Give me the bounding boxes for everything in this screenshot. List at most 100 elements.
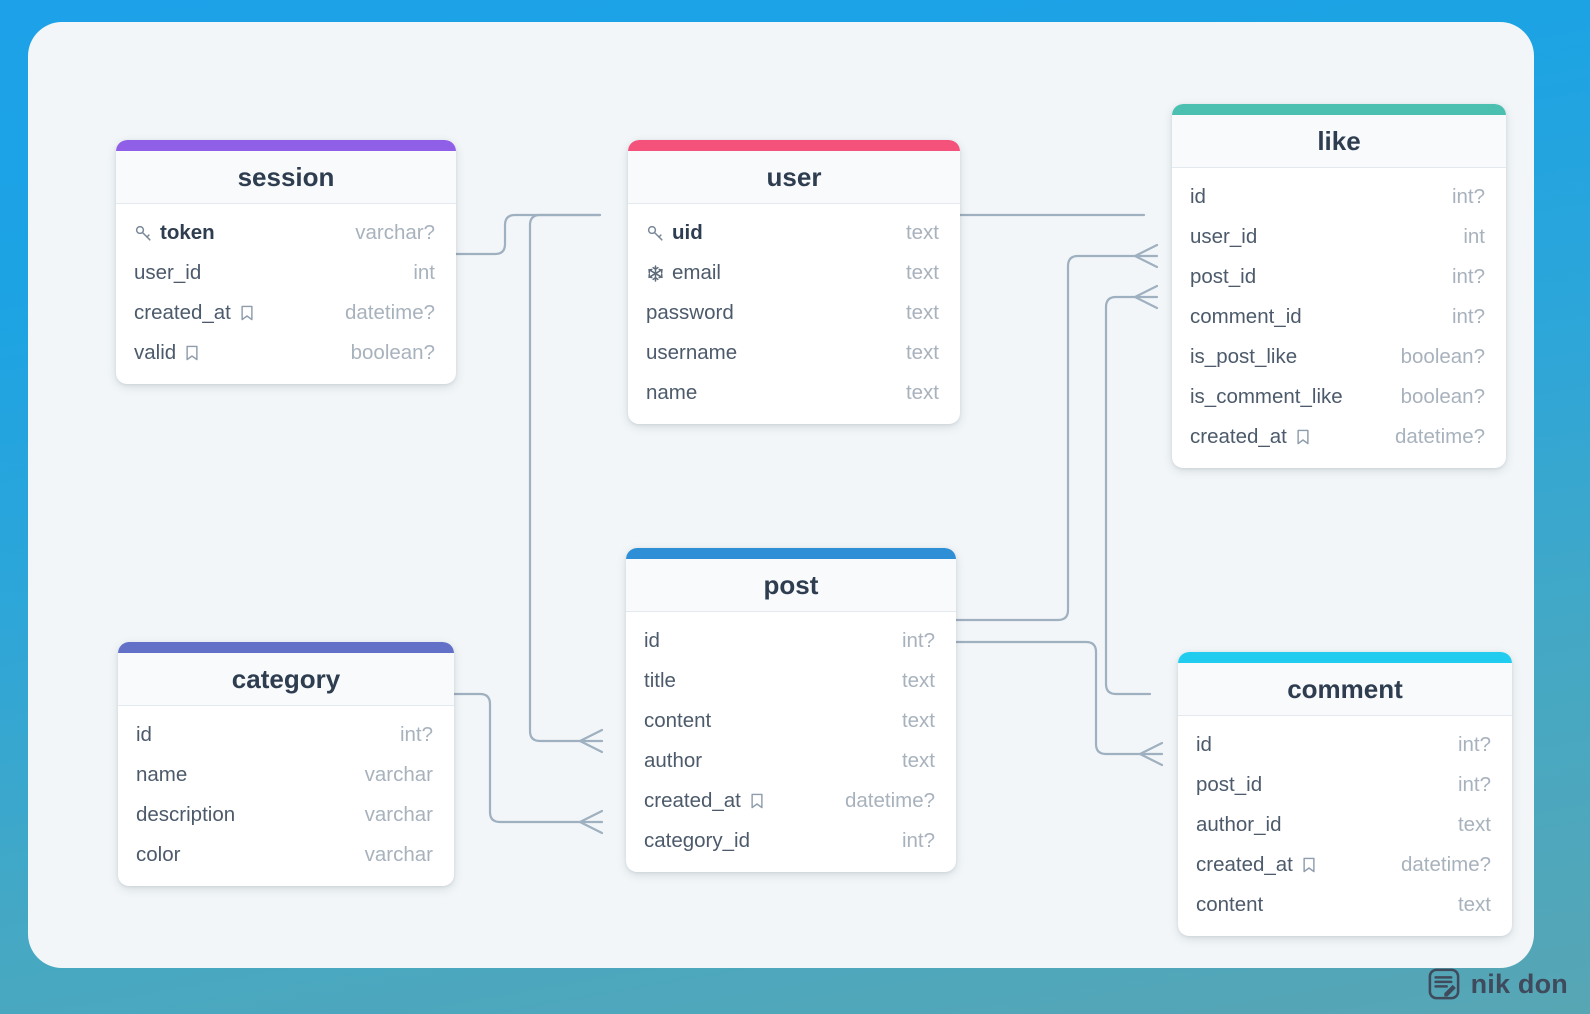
column-name-group: id	[1190, 185, 1206, 209]
column-row[interactable]: created_at datetime?	[1178, 845, 1512, 885]
diagram-canvas[interactable]: session token varchar? user_id int created_at…	[28, 22, 1534, 968]
column-type: text	[901, 749, 935, 772]
table-accent-bar	[1172, 104, 1506, 115]
table-card-category[interactable]: category id int? name varchar description varc…	[118, 642, 454, 886]
table-accent-bar	[628, 140, 960, 151]
column-name-group: category_id	[644, 829, 750, 853]
column-list: token varchar? user_id int created_at datetim…	[116, 204, 456, 384]
column-row[interactable]: token varchar?	[116, 213, 456, 253]
table-accent-bar	[118, 642, 454, 653]
column-label: author	[644, 749, 703, 772]
column-row[interactable]: category_id int?	[626, 821, 956, 861]
column-row[interactable]: title text	[626, 661, 956, 701]
snowflake-icon	[646, 264, 665, 283]
column-label: id	[644, 629, 660, 652]
column-row[interactable]: id int?	[1178, 725, 1512, 765]
column-row[interactable]: user_id int	[1172, 217, 1506, 257]
column-type: int	[1463, 225, 1485, 248]
column-type: text	[905, 261, 939, 284]
column-row[interactable]: created_at datetime?	[626, 781, 956, 821]
column-row[interactable]: valid boolean?	[116, 333, 456, 373]
table-card-comment[interactable]: comment id int? post_id int? author_id text cre…	[1178, 652, 1512, 936]
column-row[interactable]: id int?	[1172, 177, 1506, 217]
table-card-post[interactable]: post id int? title text content text author text…	[626, 548, 956, 872]
column-type: text	[1457, 893, 1491, 916]
column-list: id int? user_id int post_id int? comment_id int…	[1172, 168, 1506, 468]
diagram-stage: session token varchar? user_id int created_at…	[0, 0, 1590, 1014]
column-row[interactable]: email text	[628, 253, 960, 293]
column-row[interactable]: uid text	[628, 213, 960, 253]
table-name: post	[626, 559, 956, 612]
column-type: datetime?	[844, 789, 935, 812]
table-name: user	[628, 151, 960, 204]
bookmark-icon	[748, 792, 766, 810]
column-row[interactable]: color varchar	[118, 835, 454, 875]
column-type: datetime?	[344, 301, 435, 324]
column-row[interactable]: created_at datetime?	[116, 293, 456, 333]
column-row[interactable]: author text	[626, 741, 956, 781]
column-label: category_id	[644, 829, 750, 852]
column-row[interactable]: content text	[626, 701, 956, 741]
column-row[interactable]: content text	[1178, 885, 1512, 925]
column-type: int?	[901, 829, 935, 852]
table-card-user[interactable]: user uid text email text password text username…	[628, 140, 960, 424]
column-type: text	[901, 709, 935, 732]
column-label: user_id	[134, 261, 202, 284]
column-row[interactable]: is_post_like boolean?	[1172, 337, 1506, 377]
column-row[interactable]: name text	[628, 373, 960, 413]
column-type: boolean?	[350, 341, 435, 364]
table-accent-bar	[626, 548, 956, 559]
column-row[interactable]: user_id int	[116, 253, 456, 293]
column-type: varchar?	[355, 221, 435, 244]
column-label: created_at	[644, 789, 741, 812]
bookmark-icon	[1300, 856, 1318, 874]
key-icon	[646, 224, 665, 243]
column-list: id int? name varchar description varchar color…	[118, 706, 454, 886]
table-name: category	[118, 653, 454, 706]
column-row[interactable]: name varchar	[118, 755, 454, 795]
column-name-group: color	[136, 843, 180, 867]
column-row[interactable]: username text	[628, 333, 960, 373]
column-type: varchar	[364, 843, 433, 866]
column-name-group: id	[1196, 733, 1212, 757]
column-row[interactable]: comment_id int?	[1172, 297, 1506, 337]
column-type: datetime?	[1394, 425, 1485, 448]
column-row[interactable]: description varchar	[118, 795, 454, 835]
column-name-group: post_id	[1196, 773, 1262, 797]
column-label: name	[136, 763, 188, 786]
table-card-like[interactable]: like id int? user_id int post_id int? comment_i…	[1172, 104, 1506, 468]
column-row[interactable]: created_at datetime?	[1172, 417, 1506, 457]
column-type: int?	[901, 629, 935, 652]
column-label: post_id	[1196, 773, 1263, 796]
column-label: created_at	[134, 301, 231, 324]
watermark-text: nik don	[1470, 968, 1568, 999]
column-label: token	[160, 221, 215, 244]
bookmark-icon	[183, 344, 201, 362]
column-row[interactable]: author_id text	[1178, 805, 1512, 845]
column-name-group: author_id	[1196, 813, 1281, 837]
bookmark-icon	[238, 304, 256, 322]
column-row[interactable]: post_id int?	[1172, 257, 1506, 297]
column-name-group: id	[644, 629, 660, 653]
column-label: comment_id	[1190, 305, 1302, 328]
column-row[interactable]: is_comment_like boolean?	[1172, 377, 1506, 417]
column-list: id int? post_id int? author_id text created_at…	[1178, 716, 1512, 936]
column-name-group: content	[1196, 893, 1263, 917]
column-name-group: post_id	[1190, 265, 1256, 289]
column-name-group: is_comment_like	[1190, 385, 1343, 409]
column-name-group: description	[136, 803, 235, 827]
table-name: comment	[1178, 663, 1512, 716]
column-label: id	[1190, 185, 1206, 208]
column-list: id int? title text content text author text crea…	[626, 612, 956, 872]
column-type: int?	[1457, 773, 1491, 796]
column-label: is_post_like	[1190, 345, 1298, 368]
column-type: text	[905, 341, 939, 364]
column-name-group: valid	[134, 341, 201, 365]
column-type: int?	[399, 723, 433, 746]
table-card-session[interactable]: session token varchar? user_id int created_at…	[116, 140, 456, 384]
column-row[interactable]: id int?	[626, 621, 956, 661]
column-row[interactable]: password text	[628, 293, 960, 333]
column-type: text	[905, 221, 939, 244]
column-row[interactable]: post_id int?	[1178, 765, 1512, 805]
column-row[interactable]: id int?	[118, 715, 454, 755]
